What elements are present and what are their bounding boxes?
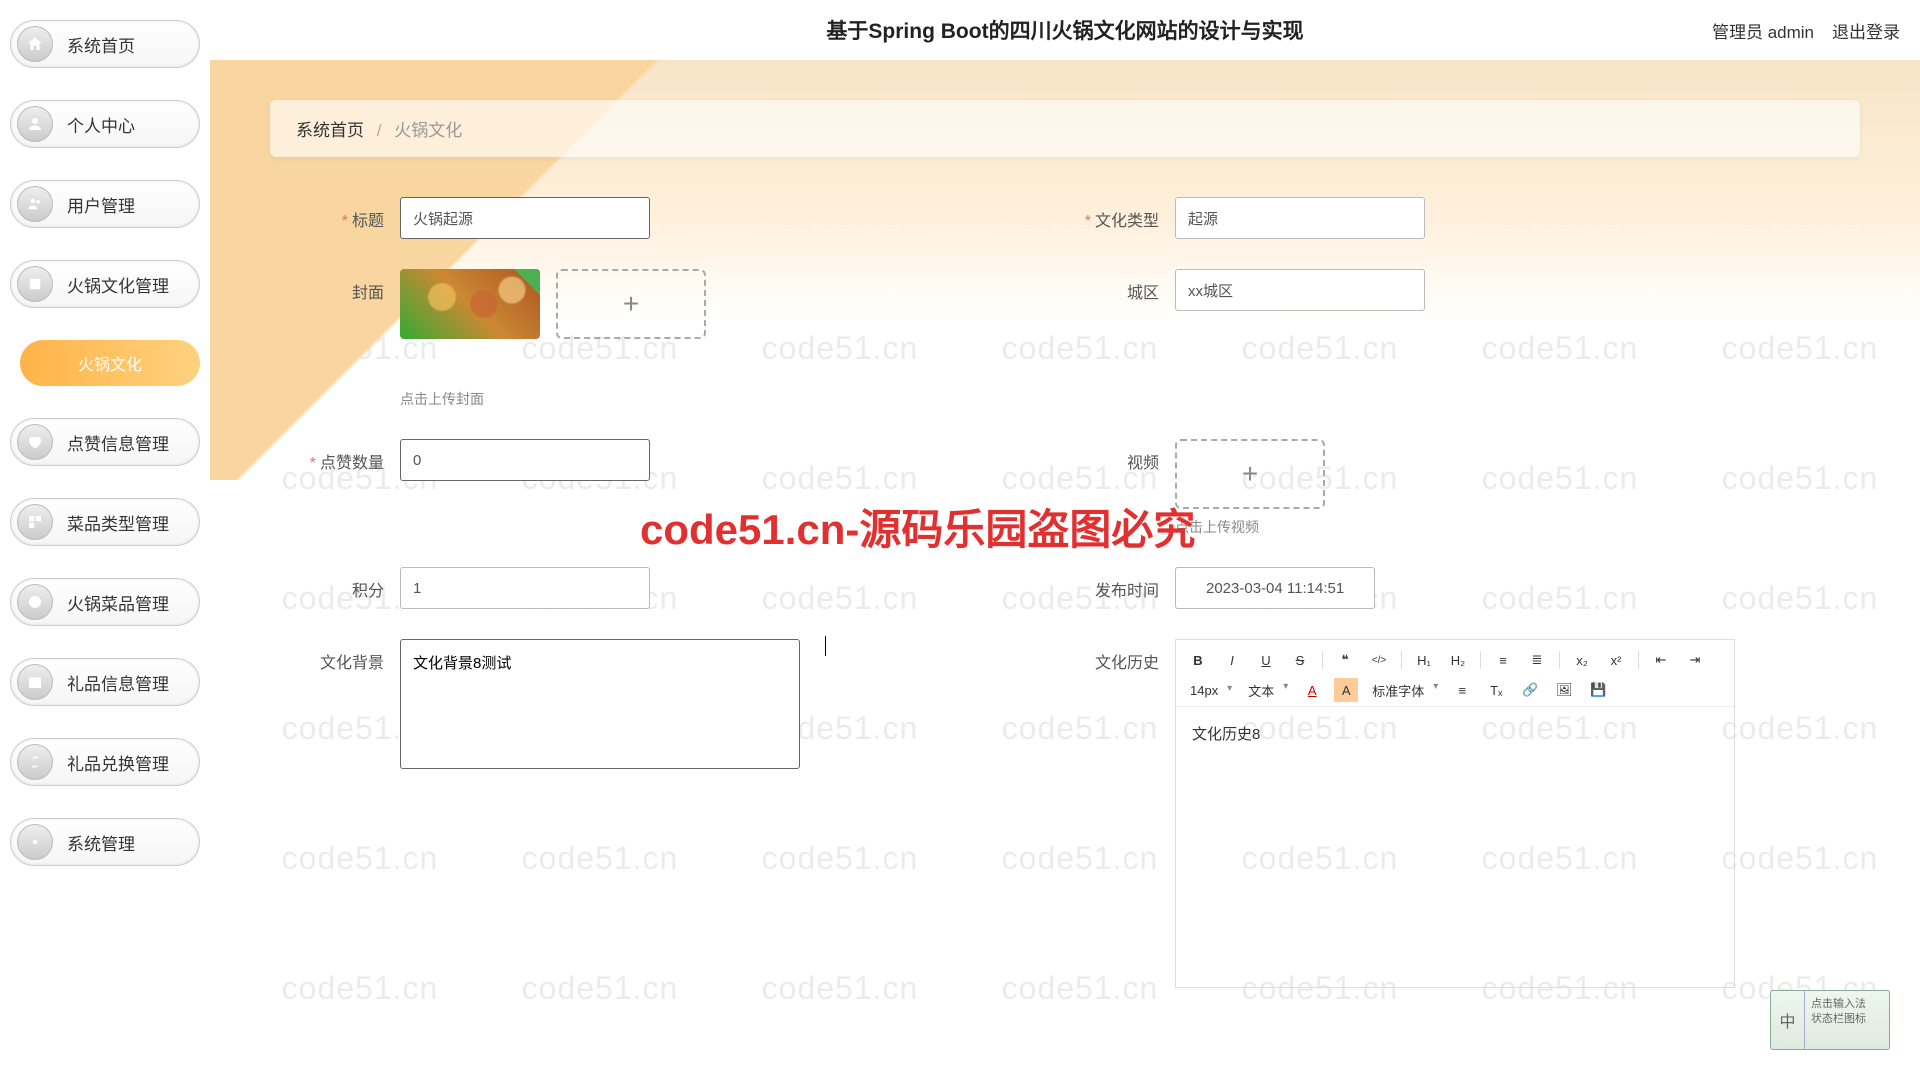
title-input[interactable] xyxy=(400,197,650,239)
user-icon xyxy=(17,106,53,142)
ime-lang: 中 xyxy=(1771,991,1805,1049)
sidebar-item-home[interactable]: 系统首页 xyxy=(10,20,200,68)
sidebar-item-label: 点赞信息管理 xyxy=(67,430,169,455)
sidebar-item-label: 系统首页 xyxy=(67,32,135,57)
sidebar-item-profile[interactable]: 个人中心 xyxy=(10,100,200,148)
type-input[interactable] xyxy=(1175,197,1425,239)
sidebar-item-category[interactable]: 菜品类型管理 xyxy=(10,498,200,546)
rte-sup-button[interactable]: x² xyxy=(1604,648,1628,672)
users-icon xyxy=(17,186,53,222)
header-user[interactable]: 管理员 admin xyxy=(1712,18,1814,43)
rte-image-button[interactable]: 🖼 xyxy=(1552,678,1576,702)
rte-ol-button[interactable]: ≡ xyxy=(1491,648,1515,672)
label-video: 视频 xyxy=(1065,439,1175,473)
cover-thumbnail[interactable] xyxy=(400,269,540,339)
gift-icon xyxy=(17,664,53,700)
label-bg: 文化背景 xyxy=(290,639,400,673)
breadcrumb: 系统首页 / 火锅文化 xyxy=(270,100,1860,157)
text-cursor xyxy=(825,636,826,656)
settings-icon xyxy=(17,824,53,860)
rte-toolbar: B I U S ❝ </> H₁ H₂ ≡ ≣ x₂ xyxy=(1176,640,1734,707)
history-editor: B I U S ❝ </> H₁ H₂ ≡ ≣ x₂ xyxy=(1175,639,1735,988)
rte-fontsize-select[interactable]: 14px xyxy=(1186,681,1234,700)
sidebar-item-users[interactable]: 用户管理 xyxy=(10,180,200,228)
sidebar-item-exchange[interactable]: 礼品兑换管理 xyxy=(10,738,200,786)
category-icon xyxy=(17,504,53,540)
label-city: 城区 xyxy=(1065,269,1175,303)
sidebar: 系统首页 个人中心 用户管理 火锅文化管理 火锅文化 点赞信息管理 菜品类型管理… xyxy=(0,0,210,1080)
publish-time-input[interactable] xyxy=(1175,567,1375,609)
rte-strike-button[interactable]: S xyxy=(1288,648,1312,672)
city-input[interactable] xyxy=(1175,269,1425,311)
rte-link-button[interactable]: 🔗 xyxy=(1518,678,1542,702)
rte-sub-button[interactable]: x₂ xyxy=(1570,648,1594,672)
label-likes: 点赞数量 xyxy=(290,439,400,473)
logout-link[interactable]: 退出登录 xyxy=(1832,18,1900,43)
sidebar-item-label: 系统管理 xyxy=(67,830,135,855)
points-input[interactable] xyxy=(400,567,650,609)
sidebar-item-culture[interactable]: 火锅文化管理 xyxy=(10,260,200,308)
label-title: 标题 xyxy=(290,197,400,231)
sidebar-item-label: 礼品信息管理 xyxy=(67,670,169,695)
ime-indicator[interactable]: 中 点击输入法状态栏图标 xyxy=(1770,990,1890,1050)
sidebar-item-label: 菜品类型管理 xyxy=(67,510,169,535)
upload-cover-button[interactable]: + xyxy=(556,269,706,339)
upload-video-button[interactable]: + xyxy=(1175,439,1325,509)
sidebar-item-label: 火锅文化管理 xyxy=(67,272,169,297)
label-publish: 发布时间 xyxy=(1065,567,1175,601)
label-history: 文化历史 xyxy=(1065,639,1175,673)
bg-textarea[interactable] xyxy=(400,639,800,769)
rte-indent-button[interactable]: ⇥ xyxy=(1683,648,1707,672)
sidebar-submenu: 火锅文化 xyxy=(20,340,200,386)
label-type: 文化类型 xyxy=(1065,197,1175,231)
breadcrumb-root[interactable]: 系统首页 xyxy=(296,121,364,140)
main-content: 系统首页 / 火锅文化 标题 文化类型 封面 + xyxy=(210,60,1920,1080)
rte-h1-button[interactable]: H₁ xyxy=(1412,648,1436,672)
rte-align-button[interactable]: ≡ xyxy=(1450,678,1474,702)
ime-hint: 点击输入法状态栏图标 xyxy=(1805,991,1889,1049)
rte-italic-button[interactable]: I xyxy=(1220,648,1244,672)
rte-quote-button[interactable]: ❝ xyxy=(1333,648,1357,672)
rte-underline-button[interactable]: U xyxy=(1254,648,1278,672)
cover-hint: 点击上传封面 xyxy=(400,389,706,409)
sidebar-sub-culture-list[interactable]: 火锅文化 xyxy=(20,340,200,386)
sidebar-item-label: 礼品兑换管理 xyxy=(67,750,169,775)
rte-bold-button[interactable]: B xyxy=(1186,648,1210,672)
rte-elem-select[interactable]: 文本 xyxy=(1244,679,1290,702)
sidebar-item-dish[interactable]: 火锅菜品管理 xyxy=(10,578,200,626)
rte-font-select[interactable]: 标准字体 xyxy=(1368,679,1440,702)
sidebar-item-likes[interactable]: 点赞信息管理 xyxy=(10,418,200,466)
exchange-icon xyxy=(17,744,53,780)
rte-color-button[interactable]: A xyxy=(1300,678,1324,702)
page-title: 基于Spring Boot的四川火锅文化网站的设计与实现 xyxy=(210,15,1920,45)
likes-input[interactable] xyxy=(400,439,650,481)
header: 基于Spring Boot的四川火锅文化网站的设计与实现 管理员 admin 退… xyxy=(210,0,1920,60)
label-points: 积分 xyxy=(290,567,400,601)
video-hint: 点击上传视频 xyxy=(1175,517,1325,537)
breadcrumb-sep: / xyxy=(377,121,382,140)
label-cover: 封面 xyxy=(290,269,400,303)
rte-bgcolor-button[interactable]: A xyxy=(1334,678,1358,702)
home-icon xyxy=(17,26,53,62)
rte-save-button[interactable]: 💾 xyxy=(1586,678,1610,702)
rte-body[interactable]: 文化历史8 xyxy=(1176,707,1734,987)
sidebar-item-settings[interactable]: 系统管理 xyxy=(10,818,200,866)
culture-icon xyxy=(17,266,53,302)
dish-icon xyxy=(17,584,53,620)
sidebar-item-label: 个人中心 xyxy=(67,112,135,137)
rte-outdent-button[interactable]: ⇤ xyxy=(1649,648,1673,672)
breadcrumb-current: 火锅文化 xyxy=(394,121,462,140)
rte-code-button[interactable]: </> xyxy=(1367,648,1391,672)
rte-h2-button[interactable]: H₂ xyxy=(1446,648,1470,672)
sidebar-item-label: 火锅菜品管理 xyxy=(67,590,169,615)
sidebar-item-label: 用户管理 xyxy=(67,192,135,217)
like-icon xyxy=(17,424,53,460)
rte-ul-button[interactable]: ≣ xyxy=(1525,648,1549,672)
rte-clear-button[interactable]: Tₓ xyxy=(1484,678,1508,702)
sidebar-item-gift[interactable]: 礼品信息管理 xyxy=(10,658,200,706)
